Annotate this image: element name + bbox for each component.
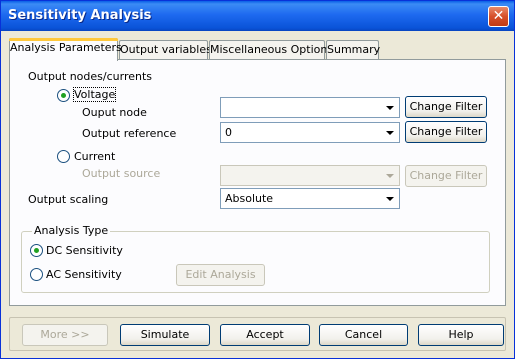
cancel-button[interactable]: Cancel [319,324,408,346]
dc-sensitivity-label: DC Sensitivity [46,244,123,257]
dc-sensitivity-radio[interactable] [30,244,43,257]
current-radio[interactable] [57,150,70,163]
close-icon: ✕ [492,8,505,24]
voltage-radio[interactable] [57,89,70,102]
button-label: More >> [40,328,90,341]
tab-label: Analysis Parameters [10,41,122,54]
output-reference-select[interactable]: 0 [220,122,400,143]
output-source-label: Output source [82,167,161,180]
help-button[interactable]: Help [418,324,504,346]
output-scaling-value: Absolute [225,192,274,205]
edit-analysis-button[interactable]: Edit Analysis [176,264,265,286]
chevron-down-icon[interactable] [381,167,398,184]
analysis-type-group: Analysis Type DC Sensitivity AC Sensitiv… [21,224,490,293]
output-node-label: Ouput node [82,106,147,119]
accept-button[interactable]: Accept [220,324,310,346]
window-title: Sensitivity Analysis [8,8,152,23]
sensitivity-analysis-dialog: Sensitivity Analysis ✕ Analysis Paramete… [0,0,515,359]
tab-label: Miscellaneous Options [210,43,334,56]
simulate-button[interactable]: Simulate [120,324,210,346]
output-node-select[interactable] [220,97,400,118]
close-button[interactable]: ✕ [488,6,509,27]
chevron-down-icon[interactable] [381,190,398,207]
tab-summary[interactable]: Summary [326,40,381,60]
output-scaling-label: Output scaling [28,193,109,206]
tab-label: Output variables [120,43,212,56]
ac-sensitivity-radio[interactable] [30,268,43,281]
button-label: Edit Analysis [185,268,256,281]
output-nodes-label: Output nodes/currents [28,70,153,83]
tab-label: Summary [327,43,381,56]
output-reference-change-filter-button[interactable]: Change Filter [405,121,487,143]
button-label: Accept [246,328,284,341]
tab-output-variables[interactable]: Output variables [119,40,212,60]
current-label: Current [74,150,116,163]
output-reference-label: Output reference [82,127,177,140]
button-label: Help [448,328,474,341]
dialog-button-bar: More >> Simulate Accept Cancel Help [9,317,506,351]
button-label: Change Filter [409,100,483,113]
analysis-type-title: Analysis Type [32,224,111,237]
output-scaling-select[interactable]: Absolute [220,188,400,209]
chevron-down-icon[interactable] [381,124,398,141]
voltage-label[interactable]: Voltage [72,87,117,102]
chevron-down-icon[interactable] [381,99,398,116]
tab-miscellaneous-options[interactable]: Miscellaneous Options [209,40,333,60]
output-reference-value: 0 [225,126,232,139]
more-button[interactable]: More >> [22,324,108,346]
title-bar: Sensitivity Analysis ✕ [1,1,514,31]
ac-sensitivity-label: AC Sensitivity [46,268,122,281]
tab-analysis-parameters[interactable]: Analysis Parameters [9,38,122,61]
button-label: Cancel [344,328,383,341]
button-label: Change Filter [409,169,483,182]
output-node-change-filter-button[interactable]: Change Filter [405,96,487,118]
output-source-select[interactable] [220,165,400,186]
button-label: Simulate [140,328,190,341]
button-label: Change Filter [409,125,483,138]
output-source-change-filter-button[interactable]: Change Filter [405,165,487,187]
